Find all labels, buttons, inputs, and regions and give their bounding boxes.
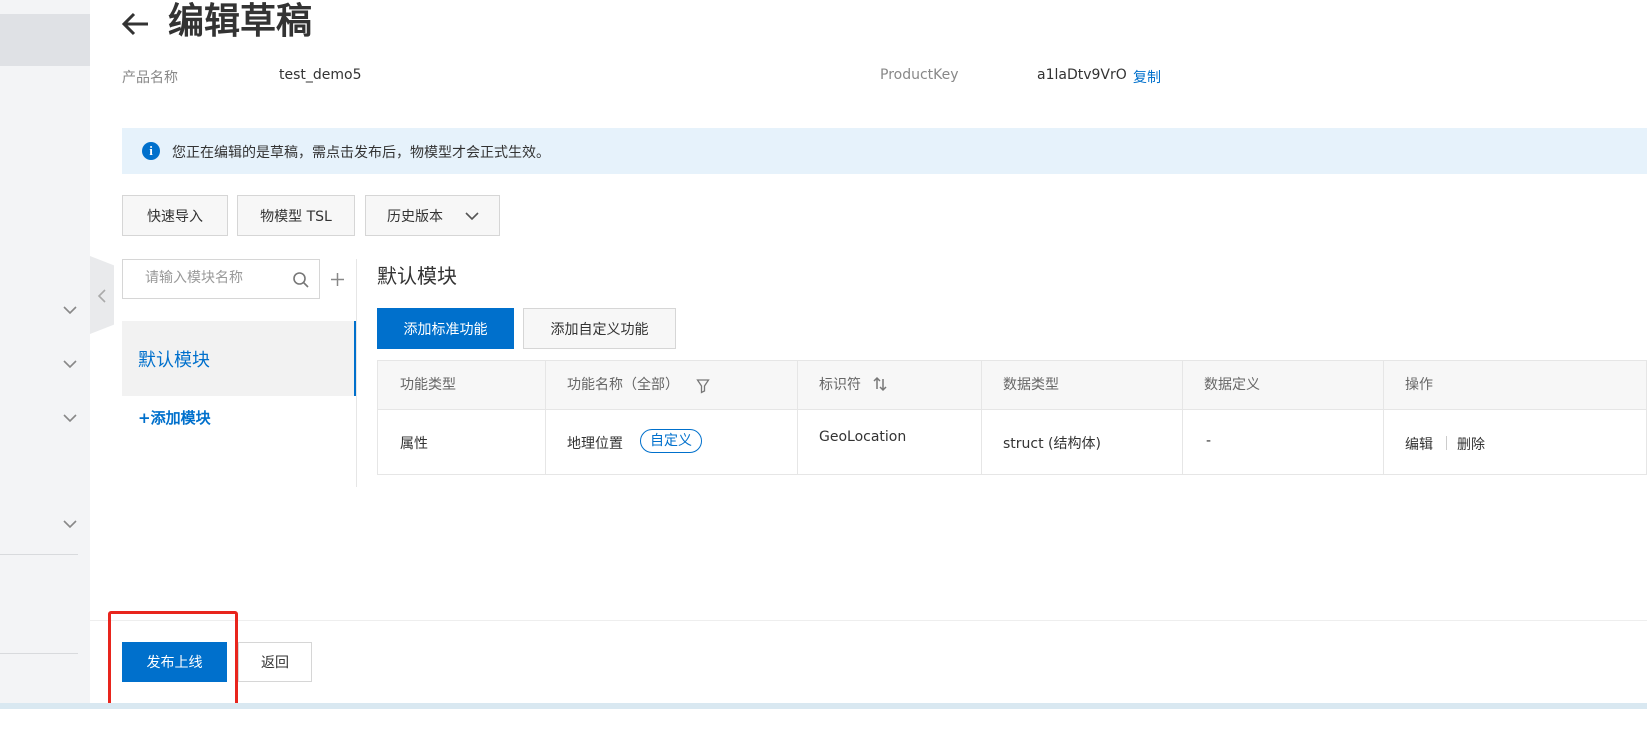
sidebar-divider <box>0 653 78 654</box>
module-search <box>122 259 320 299</box>
column-header-type: 功能类型 <box>400 377 456 393</box>
search-icon[interactable] <box>292 271 310 289</box>
chevron-down-icon <box>465 212 479 221</box>
table-header: 功能类型 功能名称（全部） 标识符 数据类型 数据定义 操作 <box>378 361 1646 410</box>
column-divider <box>981 361 982 474</box>
module-item-label: 默认模块 <box>138 350 210 371</box>
history-version-dropdown[interactable]: 历史版本 <box>365 195 500 236</box>
add-module-link[interactable]: +添加模块 <box>138 407 211 428</box>
delete-link[interactable]: 删除 <box>1457 434 1485 454</box>
cell-data-type: struct (结构体) <box>1003 436 1101 452</box>
module-panel-divider <box>356 259 357 487</box>
cell-identifier: GeoLocation <box>819 429 907 445</box>
filter-icon[interactable] <box>696 378 710 394</box>
plus-icon[interactable] <box>330 272 345 287</box>
section-title: 默认模块 <box>377 264 457 288</box>
page-bottom <box>0 709 1647 745</box>
product-key-value: a1laDtv9VrO <box>1037 67 1127 83</box>
column-divider <box>1182 361 1183 474</box>
column-divider <box>545 361 546 474</box>
chevron-down-icon[interactable] <box>62 410 78 426</box>
product-name-value: test_demo5 <box>279 67 362 83</box>
info-icon: i <box>142 142 160 160</box>
add-standard-function-button[interactable]: 添加标准功能 <box>377 308 514 349</box>
chevron-down-icon[interactable] <box>62 356 78 372</box>
column-header-identifier: 标识符 <box>819 377 861 393</box>
column-divider <box>1383 361 1384 474</box>
cell-definition: - <box>1206 433 1212 449</box>
chevron-down-icon[interactable] <box>62 516 78 532</box>
cell-type: 属性 <box>400 436 428 452</box>
chevron-left-icon[interactable] <box>96 288 108 304</box>
draft-notice: i 您正在编辑的是草稿，需点击发布后，物模型才会正式生效。 <box>122 128 1647 174</box>
cell-name: 地理位置 <box>567 436 623 452</box>
action-separator <box>1446 436 1447 450</box>
edit-link[interactable]: 编辑 <box>1405 434 1433 454</box>
notice-text: 您正在编辑的是草稿，需点击发布后，物模型才会正式生效。 <box>172 145 550 161</box>
column-header-definition: 数据定义 <box>1204 377 1260 393</box>
column-header-data-type: 数据类型 <box>1003 377 1059 393</box>
column-divider <box>797 361 798 474</box>
highlight-box <box>108 611 238 706</box>
product-key-label: ProductKey <box>880 67 959 83</box>
module-search-input[interactable] <box>143 269 287 287</box>
column-header-name: 功能名称（全部） <box>567 377 679 393</box>
page-title: 编辑草稿 <box>168 1 313 42</box>
left-sidebar <box>0 0 90 745</box>
sidebar-active-item[interactable] <box>0 14 90 66</box>
product-name-label: 产品名称 <box>122 70 178 86</box>
tsl-button[interactable]: 物模型 TSL <box>237 195 355 236</box>
back-arrow-icon[interactable] <box>120 8 152 40</box>
back-button[interactable]: 返回 <box>238 642 312 682</box>
sidebar-divider <box>0 554 78 555</box>
add-custom-function-button[interactable]: 添加自定义功能 <box>523 308 676 349</box>
module-item-default[interactable]: 默认模块 <box>122 321 356 396</box>
custom-tag: 自定义 <box>640 429 702 453</box>
column-header-actions: 操作 <box>1405 377 1433 393</box>
quick-import-button[interactable]: 快速导入 <box>122 195 228 236</box>
history-version-label: 历史版本 <box>387 208 443 225</box>
copy-link[interactable]: 复制 <box>1133 67 1161 87</box>
function-table: 功能类型 功能名称（全部） 标识符 数据类型 数据定义 操作 属性 地理位置 自… <box>377 360 1647 475</box>
footer-divider <box>90 620 1647 621</box>
chevron-down-icon[interactable] <box>62 302 78 318</box>
sort-icon[interactable] <box>872 376 888 392</box>
